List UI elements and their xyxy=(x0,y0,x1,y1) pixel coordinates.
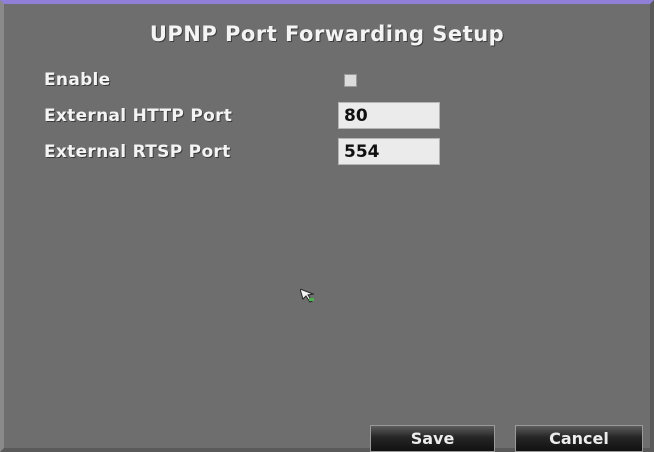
http-port-label: External HTTP Port xyxy=(44,106,233,126)
enable-label: Enable xyxy=(44,70,111,90)
rtsp-port-field[interactable] xyxy=(338,138,440,165)
rtsp-port-label: External RTSP Port xyxy=(44,142,231,162)
upnp-setup-screen: UPNP Port Forwarding Setup Enable Extern… xyxy=(0,0,654,452)
dialog-title: UPNP Port Forwarding Setup xyxy=(149,22,505,46)
cancel-button[interactable]: Cancel xyxy=(515,425,643,452)
save-button[interactable]: Save xyxy=(370,425,495,452)
http-port-field[interactable] xyxy=(338,102,440,129)
enable-checkbox[interactable] xyxy=(344,74,357,87)
mouse-pointer-icon xyxy=(299,288,316,307)
